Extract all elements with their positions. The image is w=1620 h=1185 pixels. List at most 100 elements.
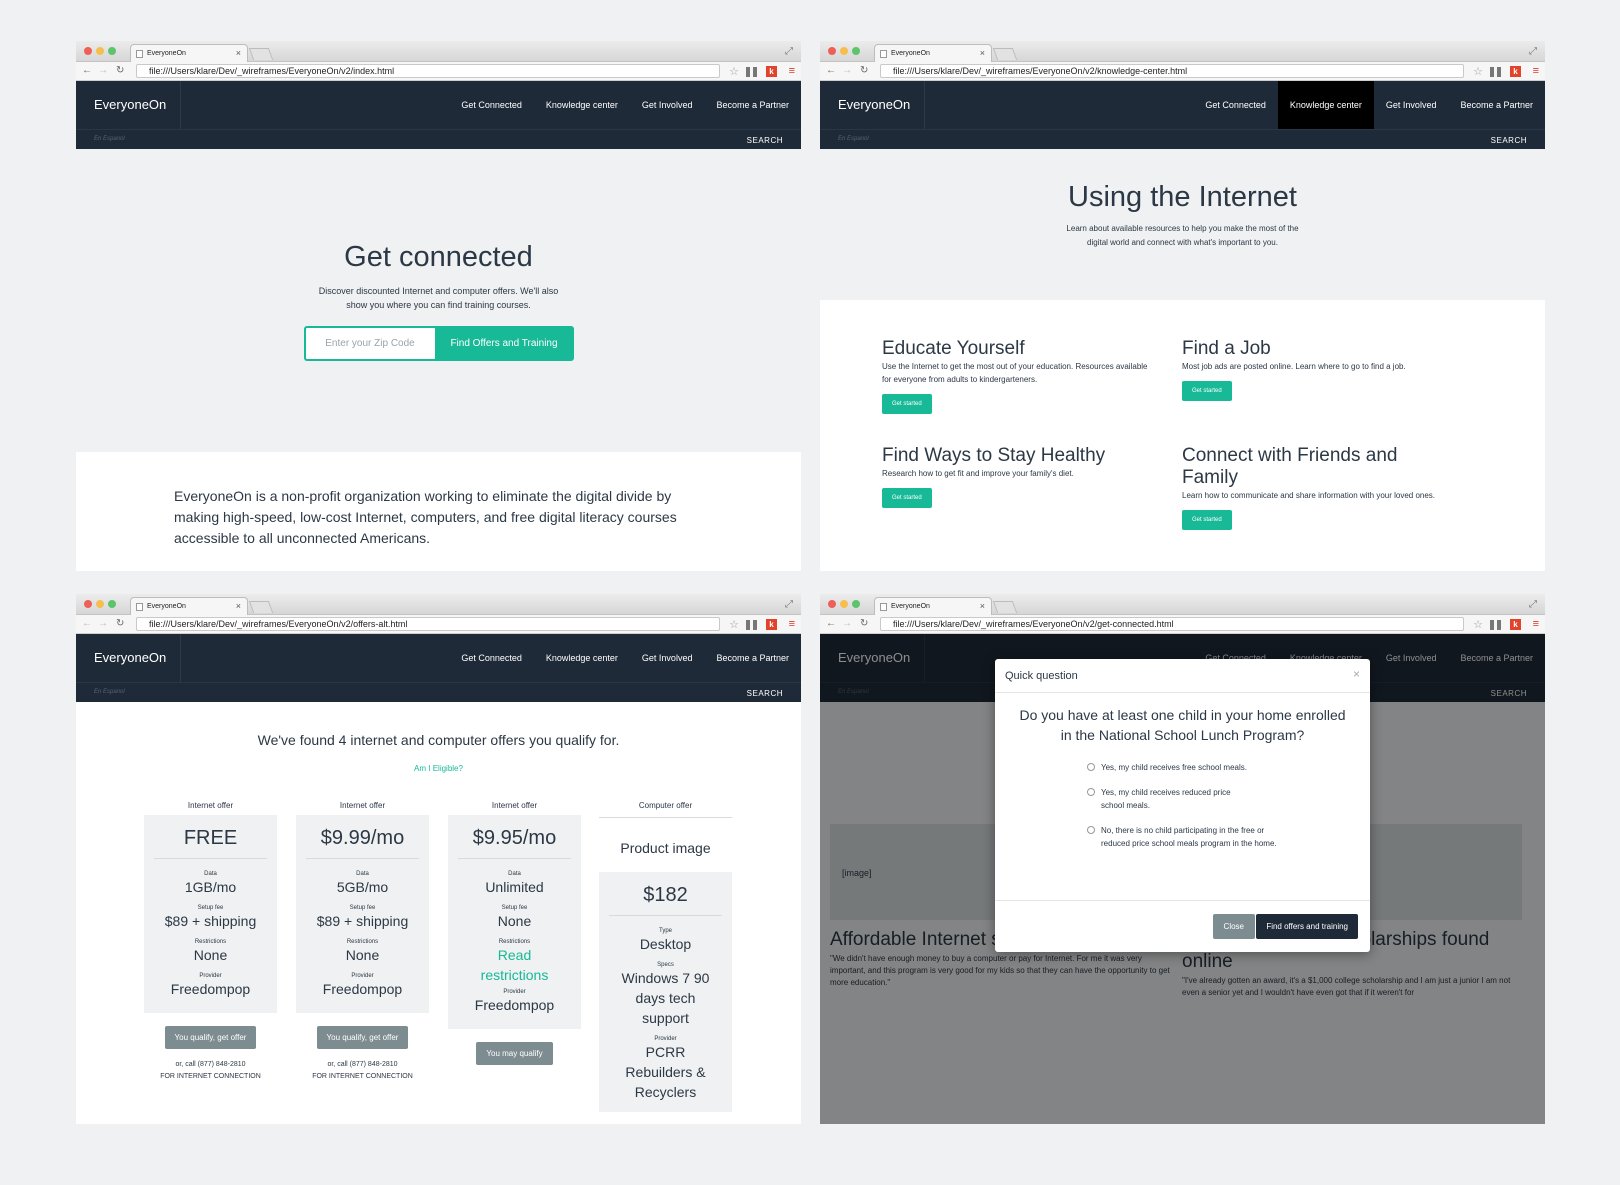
radio-button[interactable] (1087, 763, 1095, 771)
nav-get-involved[interactable]: Get Involved (630, 81, 705, 129)
forward-icon[interactable]: → (98, 618, 108, 629)
bookmark-star-icon[interactable]: ☆ (1473, 618, 1483, 631)
reader-icon[interactable] (1490, 620, 1501, 630)
nav-become-partner[interactable]: Become a Partner (704, 81, 801, 129)
nav-get-connected[interactable]: Get Connected (449, 81, 534, 129)
fullscreen-icon[interactable]: ⤢ (785, 46, 793, 57)
forward-icon[interactable]: → (842, 65, 852, 76)
search-link[interactable]: SEARCH (1491, 136, 1527, 145)
reader-icon[interactable] (746, 620, 757, 630)
reload-icon[interactable]: ↻ (116, 618, 124, 629)
search-link[interactable]: SEARCH (747, 136, 783, 145)
forward-icon[interactable]: → (98, 65, 108, 76)
close-tab-icon[interactable]: × (980, 601, 985, 611)
extension-k-icon[interactable]: k (1510, 619, 1521, 630)
may-qualify-button[interactable]: You may qualify (476, 1042, 553, 1065)
new-tab-button[interactable] (992, 48, 1018, 60)
address-bar[interactable]: file:///Users/klare/Dev/_wireframes/Ever… (136, 64, 720, 78)
close-window-button[interactable] (84, 47, 92, 55)
zoom-window-button[interactable] (852, 600, 860, 608)
reader-icon[interactable] (746, 67, 757, 77)
site-logo[interactable]: EveryoneOn (838, 97, 910, 112)
zoom-window-button[interactable] (108, 47, 116, 55)
search-link[interactable]: SEARCH (747, 689, 783, 698)
bookmark-star-icon[interactable]: ☆ (729, 618, 739, 631)
nav-knowledge-center[interactable]: Knowledge center (534, 634, 630, 682)
site-logo[interactable]: EveryoneOn (94, 650, 166, 665)
new-tab-button[interactable] (248, 48, 274, 60)
get-started-button[interactable]: Get started (1182, 381, 1232, 401)
browser-tab[interactable]: EveryoneOn × (874, 44, 992, 62)
read-restrictions-link[interactable]: Read restrictions (448, 945, 581, 985)
new-tab-button[interactable] (248, 601, 274, 613)
browser-tab[interactable]: EveryoneOn × (130, 597, 248, 615)
bookmark-star-icon[interactable]: ☆ (1473, 65, 1483, 78)
close-window-button[interactable] (84, 600, 92, 608)
site-logo[interactable]: EveryoneOn (94, 97, 166, 112)
minimize-window-button[interactable] (840, 47, 848, 55)
fullscreen-icon[interactable]: ⤢ (1529, 46, 1537, 57)
back-icon[interactable]: ← (82, 65, 92, 76)
close-icon[interactable]: × (1353, 667, 1360, 681)
espanol-link[interactable]: En Espanol (94, 689, 125, 695)
nav-knowledge-center[interactable]: Knowledge center (534, 81, 630, 129)
nav-get-connected[interactable]: Get Connected (1193, 81, 1278, 129)
zoom-window-button[interactable] (108, 600, 116, 608)
close-window-button[interactable] (828, 600, 836, 608)
forward-icon[interactable]: → (842, 618, 852, 629)
get-started-button[interactable]: Get started (882, 488, 932, 508)
find-offers-button[interactable]: Find Offers and Training (434, 326, 574, 361)
option-reduced[interactable]: Yes, my child receives reduced price sch… (1087, 786, 1247, 812)
reload-icon[interactable]: ↻ (860, 618, 868, 629)
reload-icon[interactable]: ↻ (860, 65, 868, 76)
espanol-link[interactable]: En Espanol (838, 136, 869, 142)
radio-button[interactable] (1087, 826, 1095, 834)
radio-button[interactable] (1087, 788, 1095, 796)
browser-tab[interactable]: EveryoneOn × (130, 44, 248, 62)
espanol-link[interactable]: En Espanol (94, 136, 125, 142)
close-tab-icon[interactable]: × (236, 48, 241, 58)
get-started-button[interactable]: Get started (882, 394, 932, 414)
browser-tab[interactable]: EveryoneOn × (874, 597, 992, 615)
new-tab-button[interactable] (992, 601, 1018, 613)
get-started-button[interactable]: Get started (1182, 510, 1232, 530)
extension-k-icon[interactable]: k (1510, 66, 1521, 77)
nav-become-partner[interactable]: Become a Partner (1448, 81, 1545, 129)
option-free[interactable]: Yes, my child receives free school meals… (1087, 761, 1287, 774)
fullscreen-icon[interactable]: ⤢ (1529, 599, 1537, 610)
close-tab-icon[interactable]: × (980, 48, 985, 58)
address-bar[interactable]: file:///Users/klare/Dev/_wireframes/Ever… (880, 64, 1464, 78)
close-tab-icon[interactable]: × (236, 601, 241, 611)
back-icon[interactable]: ← (82, 618, 92, 629)
eligibility-link[interactable]: Am I Eligible? (76, 764, 801, 773)
zip-input[interactable]: Enter your Zip Code (303, 326, 435, 361)
nav-get-involved[interactable]: Get Involved (1374, 81, 1449, 129)
qualify-button[interactable]: You qualify, get offer (164, 1026, 257, 1049)
address-bar[interactable]: file:///Users/klare/Dev/_wireframes/Ever… (880, 617, 1464, 631)
nav-knowledge-center[interactable]: Knowledge center (1277, 81, 1374, 129)
close-button[interactable]: Close (1212, 914, 1255, 939)
nav-get-connected[interactable]: Get Connected (449, 634, 534, 682)
bookmark-star-icon[interactable]: ☆ (729, 65, 739, 78)
qualify-button[interactable]: You qualify, get offer (316, 1026, 409, 1049)
nav-become-partner[interactable]: Become a Partner (704, 634, 801, 682)
minimize-window-button[interactable] (96, 600, 104, 608)
reader-icon[interactable] (1490, 67, 1501, 77)
extension-k-icon[interactable]: k (766, 66, 777, 77)
address-bar[interactable]: file:///Users/klare/Dev/_wireframes/Ever… (136, 617, 720, 631)
menu-icon[interactable]: ≡ (1533, 65, 1539, 77)
zoom-window-button[interactable] (852, 47, 860, 55)
back-icon[interactable]: ← (826, 65, 836, 76)
extension-k-icon[interactable]: k (766, 619, 777, 630)
find-offers-button[interactable]: Find offers and training (1256, 914, 1358, 939)
close-window-button[interactable] (828, 47, 836, 55)
menu-icon[interactable]: ≡ (1533, 618, 1539, 630)
menu-icon[interactable]: ≡ (789, 65, 795, 77)
minimize-window-button[interactable] (96, 47, 104, 55)
minimize-window-button[interactable] (840, 600, 848, 608)
reload-icon[interactable]: ↻ (116, 65, 124, 76)
back-icon[interactable]: ← (826, 618, 836, 629)
fullscreen-icon[interactable]: ⤢ (785, 599, 793, 610)
menu-icon[interactable]: ≡ (789, 618, 795, 630)
nav-get-involved[interactable]: Get Involved (630, 634, 705, 682)
